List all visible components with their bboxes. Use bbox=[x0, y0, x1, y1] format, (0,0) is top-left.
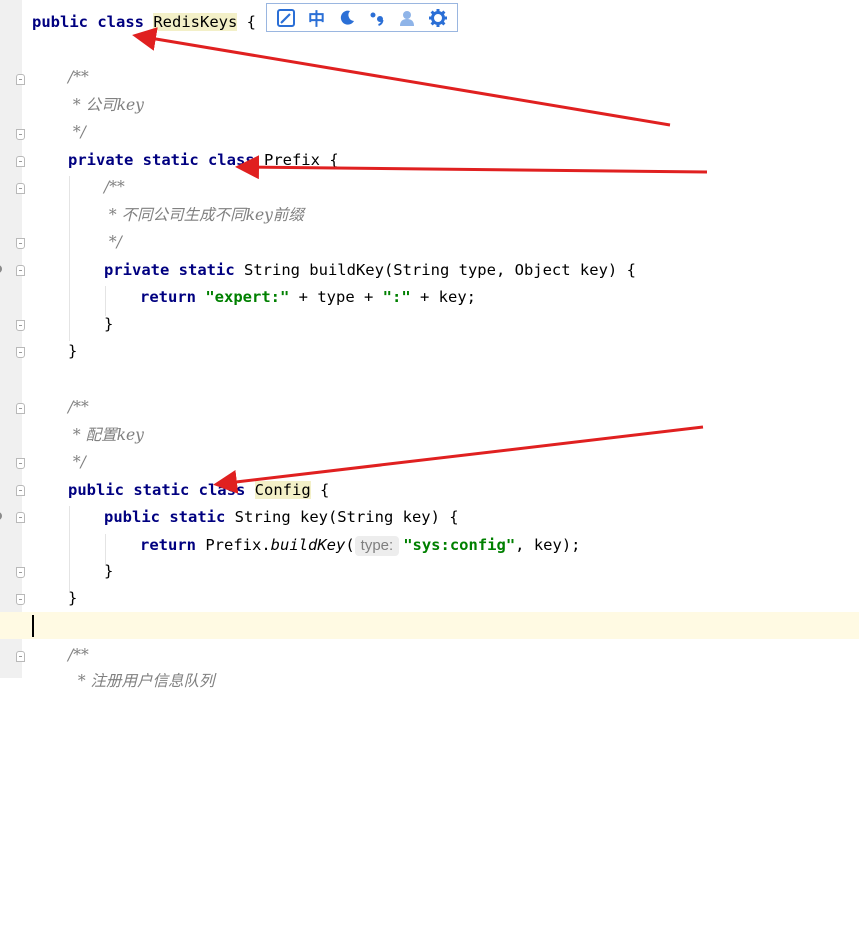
doc-comment-text: * 公司key bbox=[68, 96, 144, 114]
class-name-redis-keys[interactable]: RedisKeys bbox=[153, 13, 238, 31]
code-line-buildkey-return: return "expert:" + type + ":" + key; bbox=[140, 288, 476, 306]
parameter-hint: type: bbox=[354, 536, 400, 556]
gear-icon[interactable] bbox=[426, 6, 450, 30]
code-line-class-redis-keys: public class RedisKeys { bbox=[32, 13, 256, 31]
code-line-buildkey-signature: private static String buildKey(String ty… bbox=[104, 261, 636, 279]
doc-comment-open: /** bbox=[104, 178, 125, 196]
code-line-class-config: public static class Config { bbox=[68, 481, 330, 499]
doc-comment-open: /** bbox=[68, 398, 89, 416]
chinese-mode-button[interactable]: 中 bbox=[304, 6, 328, 30]
ime-toolbar: 中 bbox=[266, 3, 458, 32]
code-line-key-return: return Prefix.buildKey(type: "sys:config"… bbox=[140, 536, 581, 556]
closing-brace: } bbox=[68, 342, 78, 360]
doc-comment-text: * 注册用户信息队列 bbox=[68, 672, 215, 690]
code-editor[interactable]: public class RedisKeys { /** * 公司key */ … bbox=[0, 0, 859, 945]
doc-comment-text: * 配置key bbox=[68, 426, 144, 444]
code-line-class-prefix: private static class Prefix { bbox=[68, 151, 339, 169]
text-caret bbox=[32, 615, 34, 637]
class-name-config[interactable]: Config bbox=[254, 481, 311, 499]
class-name-prefix[interactable]: Prefix bbox=[264, 151, 320, 169]
doc-comment-close: */ bbox=[68, 123, 86, 141]
code-line-key-signature: public static String key(String key) { bbox=[104, 508, 459, 526]
punctuation-icon[interactable] bbox=[365, 6, 389, 30]
doc-comment-text: * 不同公司生成不同key前缀 bbox=[104, 206, 304, 224]
closing-brace: } bbox=[104, 562, 114, 580]
doc-comment-close: */ bbox=[104, 233, 122, 251]
closing-brace: } bbox=[68, 589, 78, 607]
doc-comment-open: /** bbox=[68, 646, 89, 664]
user-icon[interactable] bbox=[395, 6, 419, 30]
doc-comment-open: /** bbox=[68, 68, 89, 86]
closing-brace: } bbox=[104, 315, 114, 333]
moon-icon[interactable] bbox=[335, 6, 359, 30]
doc-comment-close: */ bbox=[68, 453, 86, 471]
pen-edit-icon[interactable] bbox=[274, 6, 298, 30]
